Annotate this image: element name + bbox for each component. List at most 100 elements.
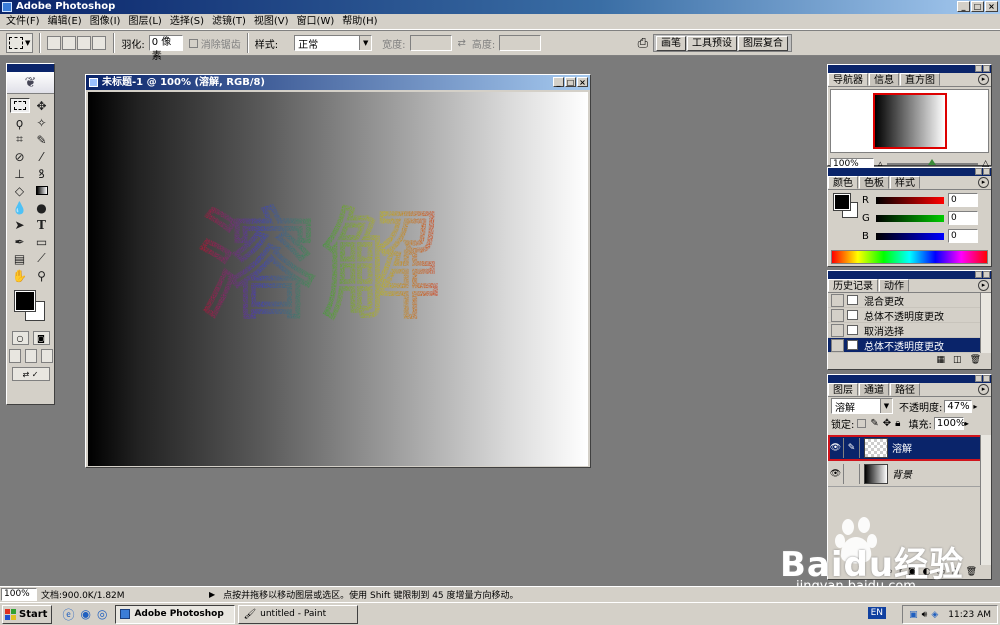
quicklaunch-ie-icon[interactable]: ⓔ (62, 606, 74, 623)
new-selection-button[interactable] (47, 36, 62, 50)
panel-close-button[interactable] (983, 168, 990, 175)
panel-menu-icon[interactable]: ▸ (978, 280, 989, 291)
blue-slider[interactable] (876, 232, 944, 240)
fill-arrow-icon[interactable]: ▸ (965, 419, 969, 428)
tab-history[interactable]: 历史记录 (828, 279, 878, 292)
panel-minimize-button[interactable] (975, 271, 982, 278)
fill-input[interactable]: 100% (933, 416, 965, 430)
lock-all-icon[interactable]: 🔒︎ (895, 418, 900, 429)
new-snapshot-icon[interactable]: ◫ (953, 355, 962, 365)
panel-close-button[interactable] (983, 65, 990, 72)
opacity-input[interactable]: 47% (944, 399, 973, 413)
tool-preset-picker[interactable]: ▼ (6, 33, 34, 53)
magic-wand-tool[interactable]: ✧ (32, 115, 52, 130)
opacity-arrow-icon[interactable]: ▸ (973, 402, 977, 411)
history-item[interactable]: 取消选择 (828, 323, 991, 338)
adobe-online-button[interactable]: ❦ (7, 72, 54, 94)
layer-name[interactable]: 背景 (892, 466, 912, 481)
document-title-bar[interactable]: 未标题-1 @ 100% (溶解, RGB/8) _ □ × (86, 75, 590, 90)
lasso-tool[interactable]: ϙ (10, 115, 30, 130)
eye-icon[interactable]: 👁︎ (828, 437, 844, 458)
menu-image[interactable]: 图像(I) (86, 14, 125, 30)
swap-icon[interactable]: ⇄ (458, 38, 466, 49)
palette-well-brushes-tab[interactable]: 画笔 (656, 35, 686, 51)
security-icon[interactable]: ◈ (931, 610, 938, 620)
crop-tool[interactable]: ⌗ (10, 132, 30, 147)
clone-stamp-tool[interactable]: ⊥ (10, 166, 30, 181)
maximize-button[interactable]: □ (971, 1, 984, 12)
status-doc-info[interactable]: 文档:900.0K/1.82M (41, 588, 209, 601)
lock-position-icon[interactable]: ✥ (883, 418, 891, 429)
tab-info[interactable]: 信息 (869, 73, 899, 86)
history-source-checkbox[interactable] (831, 338, 844, 352)
start-button[interactable]: Start (2, 604, 53, 624)
standard-mode-button[interactable]: ○ (11, 331, 29, 345)
tab-actions[interactable]: 动作 (879, 279, 909, 292)
blend-mode-select[interactable]: 溶解 ▼ (831, 398, 893, 414)
tab-histogram[interactable]: 直方图 (900, 73, 940, 86)
palette-well-tool-presets-tab[interactable]: 工具预设 (687, 35, 737, 51)
navigator-view-box[interactable] (872, 93, 947, 149)
full-screen-menu-button[interactable] (24, 349, 37, 363)
history-source-checkbox[interactable] (831, 293, 844, 307)
pen-tool[interactable]: ✒ (10, 234, 30, 249)
language-indicator[interactable]: EN (867, 607, 886, 619)
menu-edit[interactable]: 编辑(E) (44, 14, 86, 30)
print-icon[interactable]: ⎙ (638, 36, 648, 51)
navigator-zoom-slider[interactable] (886, 159, 979, 165)
move-tool[interactable]: ✥ (32, 98, 52, 113)
history-panel-header[interactable] (828, 271, 991, 279)
notes-tool[interactable]: ▤ (10, 251, 30, 266)
clock[interactable]: 11:23 AM (948, 610, 991, 620)
gradient-tool[interactable] (32, 183, 52, 198)
layer-row[interactable]: 👁︎ 背景 🔒︎ (828, 461, 991, 487)
intersect-selection-button[interactable] (92, 36, 107, 50)
panel-close-button[interactable] (983, 375, 990, 382)
history-scrollbar[interactable] (980, 293, 991, 353)
doc-minimize-button[interactable]: _ (553, 77, 564, 87)
eye-icon[interactable]: 👁︎ (828, 463, 844, 484)
green-value-input[interactable]: 0 (948, 211, 978, 225)
menu-layer[interactable]: 图层(L) (124, 14, 165, 30)
foreground-color-swatch[interactable] (14, 290, 36, 312)
eyedropper-tool[interactable]: ⟋ (32, 251, 52, 266)
doc-close-button[interactable]: × (577, 77, 588, 87)
layer-name[interactable]: 溶解 (892, 440, 912, 455)
tab-styles[interactable]: 样式 (890, 176, 920, 189)
new-document-from-state-icon[interactable]: ▦ (937, 355, 946, 365)
quicklaunch-explorer-icon[interactable]: ◉ (80, 607, 90, 621)
color-panel-header[interactable] (828, 168, 991, 176)
toolbox-title-bar[interactable] (7, 64, 54, 72)
red-slider[interactable] (876, 196, 944, 204)
marquee-tool[interactable] (9, 98, 30, 113)
style-select[interactable]: 正常 ▼ (294, 35, 373, 51)
tab-swatches[interactable]: 色板 (859, 176, 889, 189)
color-fg-swatch[interactable] (833, 193, 851, 211)
history-item[interactable]: 混合更改 (828, 293, 991, 308)
menu-filter[interactable]: 滤镜(T) (208, 14, 250, 30)
feather-input[interactable]: 0 像素 (148, 35, 183, 62)
green-slider[interactable] (876, 214, 944, 222)
history-item-current[interactable]: 总体不透明度更改 (828, 338, 991, 353)
history-source-checkbox[interactable] (831, 308, 844, 322)
tab-color[interactable]: 颜色 (828, 176, 858, 189)
trash-icon[interactable]: 🗑 (970, 355, 981, 365)
layer-row[interactable]: 👁︎ ✎ 溶解 (828, 435, 991, 461)
network-icon[interactable]: ▣ (909, 610, 918, 620)
shape-tool[interactable]: ▭ (32, 234, 52, 249)
volume-icon[interactable]: 🔊︎ (922, 610, 928, 620)
minimize-button[interactable]: _ (957, 1, 970, 12)
width-input[interactable] (409, 35, 452, 51)
status-menu-arrow-icon[interactable]: ▶ (209, 590, 215, 599)
panel-minimize-button[interactable] (975, 65, 982, 72)
close-button[interactable]: × (985, 1, 998, 12)
menu-view[interactable]: 视图(V) (250, 14, 293, 30)
history-source-checkbox[interactable] (831, 323, 844, 337)
height-input[interactable] (499, 35, 542, 51)
lock-transparent-checkbox[interactable] (857, 418, 867, 428)
dodge-tool[interactable]: ● (32, 200, 52, 215)
task-photoshop[interactable]: Adobe Photoshop (115, 604, 236, 624)
history-item[interactable]: 总体不透明度更改 (828, 308, 991, 323)
panel-menu-icon[interactable]: ▸ (978, 177, 989, 188)
panel-close-button[interactable] (983, 271, 990, 278)
